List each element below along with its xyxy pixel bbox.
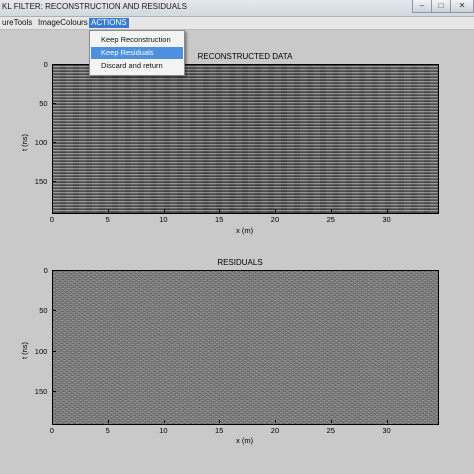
menu-image-colours[interactable]: ImageColours: [36, 18, 90, 28]
x-tick-label: 20: [270, 215, 280, 224]
y-tick-label: 0: [43, 60, 48, 69]
x-tick-label: 0: [49, 426, 54, 435]
x-tick-mark: [107, 209, 109, 212]
y-tick-mark: [53, 350, 56, 352]
minimize-button[interactable]: –: [412, 0, 432, 13]
y-tick-mark: [53, 180, 56, 182]
maximize-button[interactable]: □: [431, 0, 451, 13]
y-tick-label: 50: [39, 306, 48, 316]
close-icon: ✕: [458, 1, 466, 10]
menu-bar: ureTools ImageColours ACTIONS: [0, 17, 474, 30]
y-tick-label: 100: [34, 137, 48, 147]
y-tick-label: 150: [34, 386, 48, 396]
x-tick-label: 25: [326, 426, 335, 435]
x-tick-label: 5: [105, 426, 110, 435]
x-tick-label: 25: [326, 215, 335, 224]
menu-item-keep-residuals[interactable]: Keep Residuals: [91, 47, 183, 59]
plot-title-reconstructed: RECONSTRUCTED DATA: [197, 52, 293, 61]
x-tick-mark: [52, 420, 53, 423]
x-axis-label-residuals: x (m): [236, 436, 254, 445]
x-tick-label: 5: [105, 215, 110, 224]
y-tick-label: 100: [34, 346, 48, 356]
x-tick-label: 15: [214, 426, 224, 435]
y-axis-label-reconstructed: t (ns): [20, 133, 30, 152]
x-tick-label: 0: [49, 215, 54, 224]
y-tick-mark: [53, 64, 56, 65]
residuals-radargram: [53, 271, 438, 424]
x-tick-mark: [107, 420, 109, 423]
menu-item-keep-reconstruction[interactable]: Keep Reconstruction: [91, 34, 183, 46]
x-tick-mark: [330, 209, 332, 212]
reconstructed-radargram: [53, 65, 438, 213]
x-tick-mark: [219, 209, 221, 212]
x-tick-label: 10: [159, 215, 168, 224]
y-tick-label: 50: [39, 98, 48, 108]
menu-figure-tools[interactable]: ureTools: [0, 18, 34, 28]
y-tick-label: 0: [43, 266, 48, 275]
menu-actions[interactable]: ACTIONS: [89, 18, 129, 28]
x-tick-label: 15: [214, 215, 224, 224]
x-axis-label-reconstructed: x (m): [236, 226, 254, 235]
figure-window: KL FILTER: RECONSTRUCTION AND RESIDUALS …: [0, 0, 474, 474]
y-tick-mark: [53, 102, 56, 104]
x-tick-mark: [163, 209, 165, 212]
window-title: KL FILTER: RECONSTRUCTION AND RESIDUALS: [2, 2, 187, 11]
x-tick-label: 10: [159, 426, 168, 435]
close-button[interactable]: ✕: [450, 0, 474, 13]
y-axis-label-residuals: t (ns): [20, 341, 30, 360]
y-tick-label: 150: [34, 176, 48, 186]
x-tick-label: 30: [382, 215, 391, 224]
y-tick-mark: [53, 270, 56, 271]
x-tick-mark: [52, 209, 53, 212]
y-tick-mark: [53, 141, 56, 143]
x-tick-mark: [163, 420, 165, 423]
minimize-icon: –: [419, 1, 425, 10]
x-tick-mark: [275, 420, 277, 423]
x-tick-mark: [219, 420, 221, 423]
y-tick-mark: [53, 310, 56, 312]
y-tick-mark: [53, 390, 56, 392]
x-tick-label: 20: [270, 426, 280, 435]
plot-title-residuals: RESIDUALS: [217, 258, 263, 267]
x-tick-label: 30: [382, 426, 391, 435]
x-tick-mark: [275, 209, 277, 212]
maximize-icon: □: [438, 1, 444, 10]
x-tick-mark: [386, 420, 388, 423]
x-tick-mark: [386, 209, 388, 212]
residuals-plot: [52, 270, 439, 425]
x-tick-mark: [330, 420, 332, 423]
title-bar: KL FILTER: RECONSTRUCTION AND RESIDUALS …: [0, 0, 474, 17]
reconstructed-data-plot: [52, 64, 439, 214]
menu-item-discard-and-return[interactable]: Discard and return: [91, 60, 183, 72]
